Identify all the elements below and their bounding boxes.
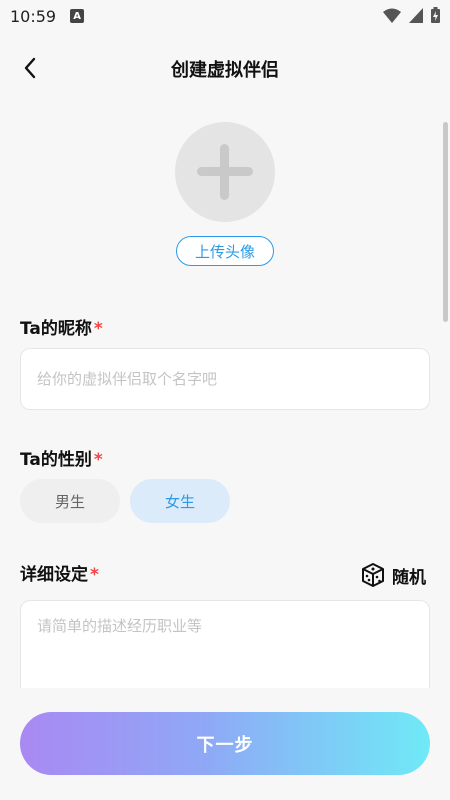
required-mark: * (93, 319, 103, 339)
avatar-upload[interactable] (175, 122, 275, 222)
gender-label: Ta的性别 * (20, 445, 103, 470)
dice-icon (362, 563, 384, 587)
nickname-label-text: Ta的昵称 (20, 319, 92, 339)
upload-avatar-button[interactable]: 上传头像 (176, 236, 274, 266)
random-label: 随机 (392, 567, 426, 588)
gender-male-button[interactable]: 男生 (20, 479, 120, 523)
battery-charging-icon (431, 7, 440, 23)
gender-female-button[interactable]: 女生 (130, 479, 230, 523)
details-label: 详细设定 * (20, 560, 99, 585)
page-title: 创建虚拟伴侣 (171, 60, 279, 81)
required-mark: * (93, 450, 103, 470)
nickname-label: Ta的昵称 * (20, 314, 103, 339)
required-mark: * (90, 565, 99, 585)
nickname-input[interactable] (20, 348, 430, 410)
scrollbar[interactable] (443, 122, 448, 322)
wifi-icon (383, 8, 401, 23)
gender-label-text: Ta的性别 (20, 450, 92, 470)
details-label-text: 详细设定 (20, 565, 88, 585)
random-button[interactable]: 随机 (360, 560, 426, 590)
status-icons (383, 7, 440, 23)
status-time: 10:59 (10, 6, 57, 26)
signal-icon (409, 7, 423, 23)
header: 创建虚拟伴侣 (0, 48, 450, 88)
notification-a-icon: A (70, 9, 85, 23)
status-bar: 10:59 A (0, 0, 450, 32)
next-step-button[interactable]: 下一步 (20, 712, 430, 775)
